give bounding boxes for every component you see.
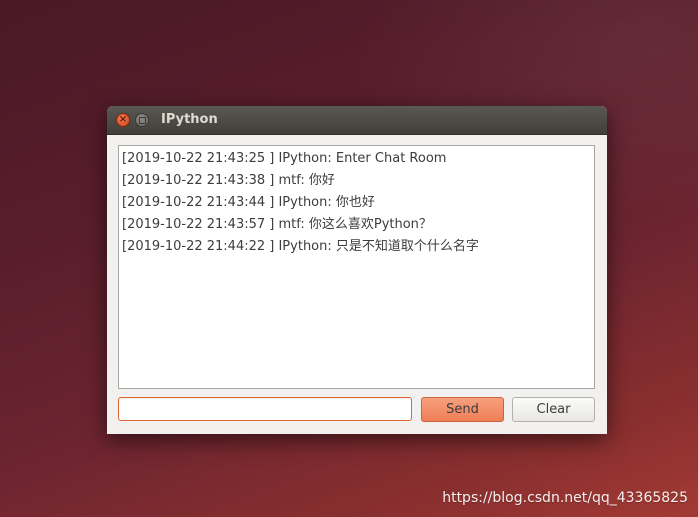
title-bar[interactable]: × IPython <box>107 106 607 135</box>
minimize-icon[interactable] <box>135 113 149 127</box>
watermark-url: https://blog.csdn.net/qq_43365825 <box>442 490 688 506</box>
close-icon[interactable]: × <box>116 113 130 127</box>
message-input[interactable] <box>118 397 412 421</box>
chat-message: [2019-10-22 21:43:25 ] IPython: Enter Ch… <box>122 151 447 166</box>
chat-message: [2019-10-22 21:43:57 ] mtf: 你这么喜欢Python？ <box>122 217 432 232</box>
chat-message: [2019-10-22 21:43:38 ] mtf: 你好 <box>122 173 335 188</box>
clear-button[interactable]: Clear <box>512 397 595 422</box>
chat-message: [2019-10-22 21:44:22 ] IPython: 只是不知道取个什… <box>122 239 479 254</box>
window-title: IPython <box>161 112 218 127</box>
send-button[interactable]: Send <box>421 397 504 422</box>
chat-message: [2019-10-22 21:43:44 ] IPython: 你也好 <box>122 195 375 210</box>
chat-log[interactable]: [2019-10-22 21:43:25 ] IPython: Enter Ch… <box>118 145 595 389</box>
chat-window: × IPython [2019-10-22 21:43:25 ] IPython… <box>107 106 607 434</box>
